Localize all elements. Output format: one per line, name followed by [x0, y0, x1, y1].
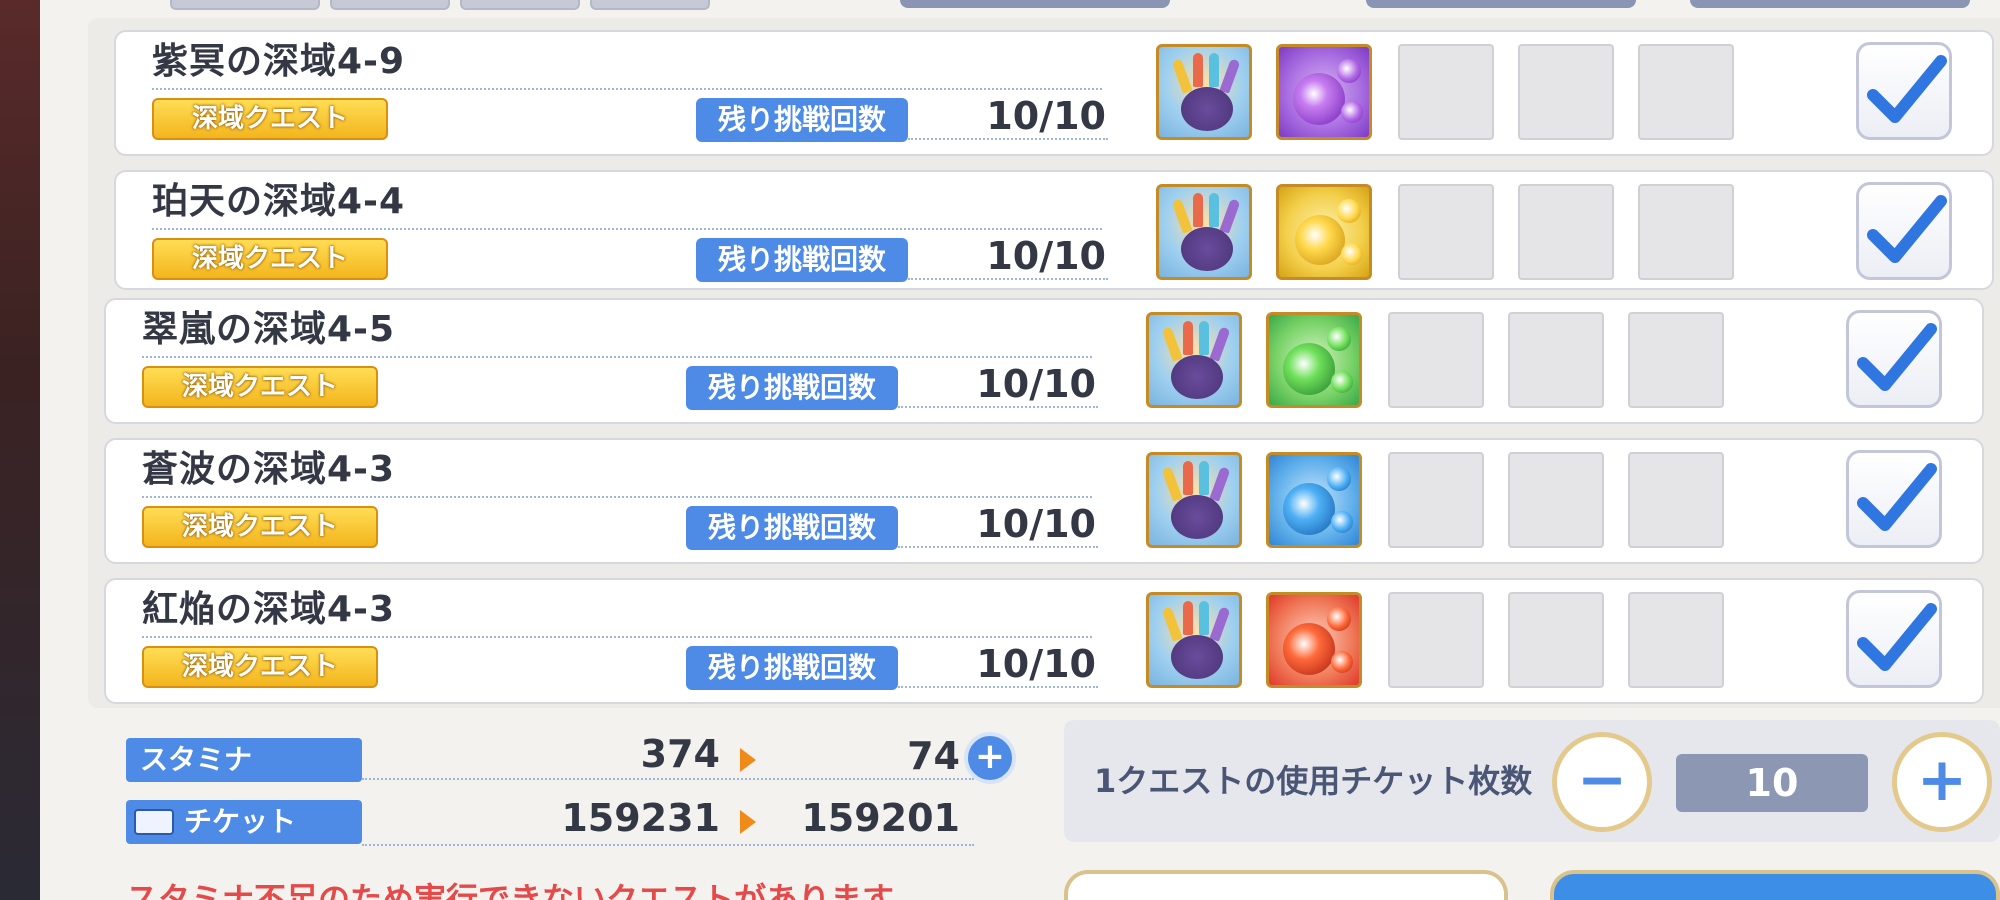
- stamina-label: スタミナ: [126, 738, 362, 782]
- empty-reward-slot: [1518, 184, 1614, 280]
- divider: [142, 636, 1092, 638]
- empty-reward-slot: [1638, 44, 1734, 140]
- green-orb-icon[interactable]: [1266, 312, 1362, 408]
- top-button-3[interactable]: [1690, 0, 1970, 8]
- ticket-usage-label: 1クエストの使用チケット枚数: [1094, 762, 1533, 800]
- divider: [142, 356, 1092, 358]
- empty-reward-slot: [1638, 184, 1734, 280]
- ticket-count: 10: [1676, 754, 1868, 812]
- rainbow-claw-icon[interactable]: [1146, 452, 1242, 548]
- empty-reward-slot: [1398, 184, 1494, 280]
- quest-title: 蒼波の深域4-3: [142, 449, 396, 490]
- quest-row[interactable]: 紅焔の深域4-3 深域クエスト 残り挑戦回数 10/10: [104, 578, 1984, 704]
- rainbow-claw-icon[interactable]: [1156, 184, 1252, 280]
- top-tab-3[interactable]: [460, 0, 580, 10]
- stamina-recover-button[interactable]: +: [964, 732, 1016, 784]
- ticket-label: チケット: [126, 800, 362, 844]
- quest-type-badge: 深域クエスト: [152, 98, 388, 140]
- remaining-attempts-value: 10/10: [976, 642, 1096, 686]
- quest-title: 紅焔の深域4-3: [142, 589, 396, 630]
- checkmark-icon: [1867, 55, 1947, 123]
- rainbow-claw-icon[interactable]: [1146, 312, 1242, 408]
- quest-title: 翠嵐の深域4-5: [142, 309, 396, 350]
- remaining-attempts-label: 残り挑戦回数: [686, 366, 898, 410]
- quest-title: 紫冥の深域4-9: [152, 41, 406, 82]
- empty-reward-slot: [1628, 452, 1724, 548]
- ticket-icon: [134, 809, 174, 835]
- cancel-button[interactable]: [1064, 870, 1508, 900]
- stamina-label-text: スタミナ: [140, 743, 253, 776]
- purple-orb-icon[interactable]: [1276, 44, 1372, 140]
- top-button-1[interactable]: [900, 0, 1170, 8]
- remaining-attempts-label: 残り挑戦回数: [696, 238, 908, 282]
- ticket-usage-panel: 1クエストの使用チケット枚数 − 10 +: [1064, 720, 2000, 842]
- checkmark-icon: [1867, 195, 1947, 263]
- ticket-after: 159201: [801, 796, 960, 840]
- blue-orb-icon[interactable]: [1266, 452, 1362, 548]
- quest-type-badge: 深域クエスト: [142, 646, 378, 688]
- background-art: [0, 0, 40, 900]
- divider: [142, 496, 1092, 498]
- divider: [152, 228, 1102, 230]
- remaining-attempts-label: 残り挑戦回数: [686, 646, 898, 690]
- quest-title: 珀天の深域4-4: [152, 181, 406, 222]
- quest-list[interactable]: 紫冥の深域4-9 深域クエスト 残り挑戦回数 10/10 珀天の深域4-4 深域…: [88, 18, 2000, 708]
- quest-type-badge: 深域クエスト: [152, 238, 388, 280]
- empty-reward-slot: [1518, 44, 1614, 140]
- increase-button[interactable]: +: [1892, 732, 1992, 832]
- stamina-after: 74: [907, 734, 960, 778]
- remaining-attempts-label: 残り挑戦回数: [686, 506, 898, 550]
- top-tab-1[interactable]: [170, 0, 320, 10]
- quest-type-badge: 深域クエスト: [142, 506, 378, 548]
- quest-row[interactable]: 珀天の深域4-4 深域クエスト 残り挑戦回数 10/10: [114, 170, 1994, 290]
- quest-select-checkbox[interactable]: [1846, 590, 1942, 688]
- empty-reward-slot: [1508, 452, 1604, 548]
- remaining-attempts-value: 10/10: [986, 234, 1106, 278]
- empty-reward-slot: [1508, 592, 1604, 688]
- empty-reward-slot: [1388, 592, 1484, 688]
- empty-reward-slot: [1628, 312, 1724, 408]
- empty-reward-slot: [1628, 592, 1724, 688]
- arrow-right-icon: [740, 810, 756, 834]
- quest-type-badge: 深域クエスト: [142, 366, 378, 408]
- red-orb-icon[interactable]: [1266, 592, 1362, 688]
- divider: [362, 844, 974, 846]
- quest-row[interactable]: 紫冥の深域4-9 深域クエスト 残り挑戦回数 10/10: [114, 30, 1994, 156]
- decrease-button[interactable]: −: [1552, 732, 1652, 832]
- empty-reward-slot: [1388, 452, 1484, 548]
- checkmark-icon: [1857, 463, 1937, 531]
- top-tab-2[interactable]: [330, 0, 450, 10]
- ticket-current: 159231: [561, 796, 720, 840]
- checkmark-icon: [1857, 603, 1937, 671]
- warning-text: スタミナ不足のため実行できないクエストがあります: [126, 880, 895, 900]
- execute-button[interactable]: [1550, 870, 2000, 900]
- quest-select-checkbox[interactable]: [1856, 182, 1952, 280]
- remaining-attempts-value: 10/10: [976, 362, 1096, 406]
- empty-reward-slot: [1508, 312, 1604, 408]
- rainbow-claw-icon[interactable]: [1146, 592, 1242, 688]
- rainbow-claw-icon[interactable]: [1156, 44, 1252, 140]
- empty-reward-slot: [1388, 312, 1484, 408]
- remaining-attempts-label: 残り挑戦回数: [696, 98, 908, 142]
- top-tab-4[interactable]: [590, 0, 710, 10]
- arrow-right-icon: [740, 748, 756, 772]
- quest-select-checkbox[interactable]: [1846, 310, 1942, 408]
- checkmark-icon: [1857, 323, 1937, 391]
- quest-skip-panel: 紫冥の深域4-9 深域クエスト 残り挑戦回数 10/10 珀天の深域4-4 深域…: [40, 0, 2000, 900]
- quest-row[interactable]: 翠嵐の深域4-5 深域クエスト 残り挑戦回数 10/10: [104, 298, 1984, 424]
- quest-select-checkbox[interactable]: [1846, 450, 1942, 548]
- remaining-attempts-value: 10/10: [986, 94, 1106, 138]
- quest-select-checkbox[interactable]: [1856, 42, 1952, 140]
- quest-row[interactable]: 蒼波の深域4-3 深域クエスト 残り挑戦回数 10/10: [104, 438, 1984, 564]
- ticket-label-text: チケット: [184, 805, 297, 838]
- remaining-attempts-value: 10/10: [976, 502, 1096, 546]
- top-button-2[interactable]: [1366, 0, 1636, 8]
- yellow-orb-icon[interactable]: [1276, 184, 1372, 280]
- empty-reward-slot: [1398, 44, 1494, 140]
- stamina-current: 374: [640, 732, 720, 776]
- divider: [152, 88, 1102, 90]
- top-tabs-strip: [130, 0, 790, 12]
